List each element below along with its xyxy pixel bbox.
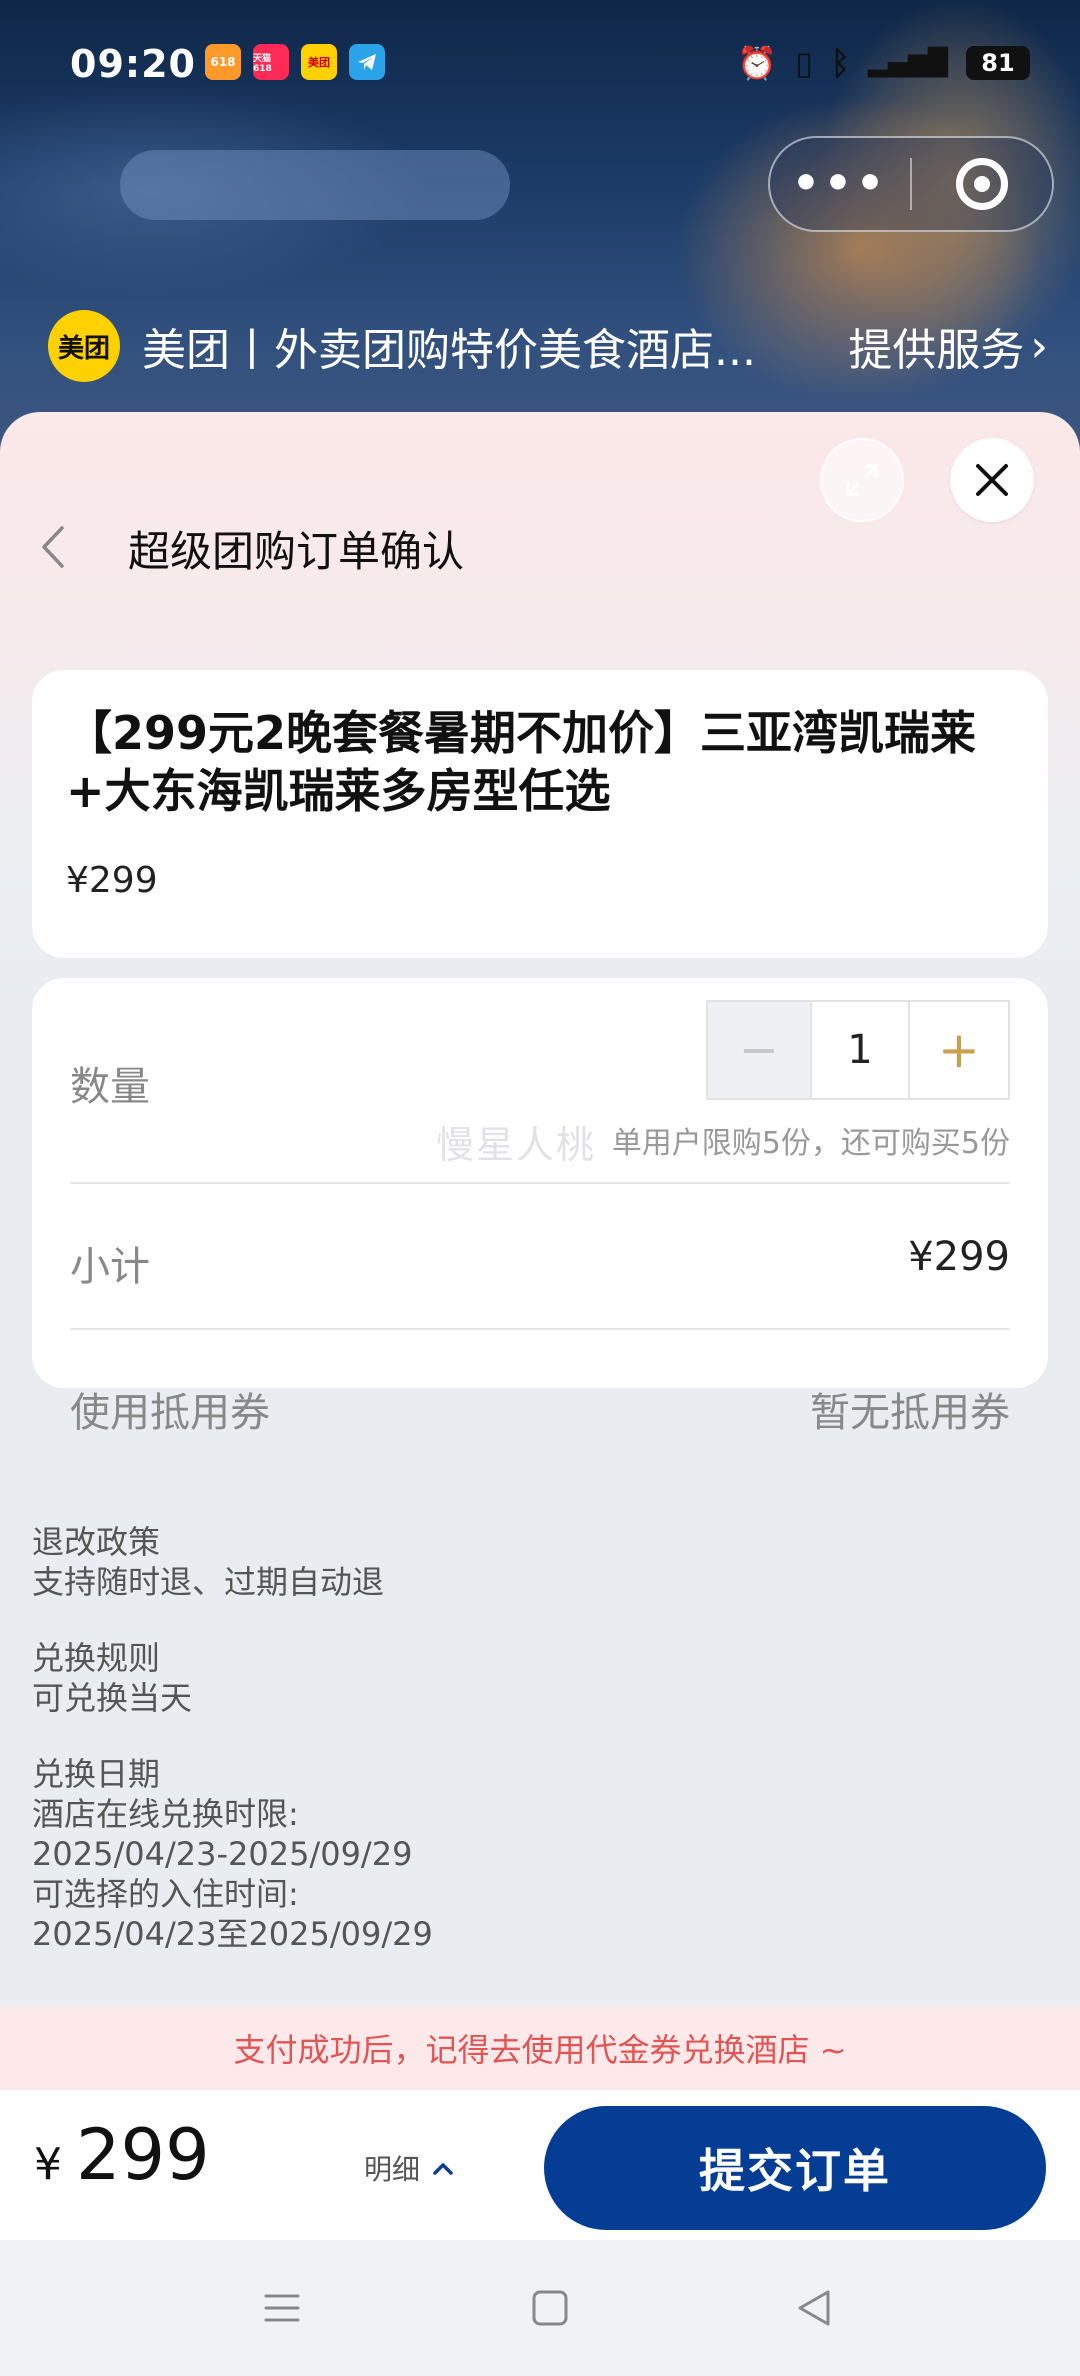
deal-price: ¥299 [66, 860, 158, 901]
page-title: 超级团购订单确认 [128, 527, 465, 576]
blurred-search-bar [120, 150, 510, 220]
online-limit-label: 酒店在线兑换时限: [32, 1795, 299, 1833]
provider-name: 美团丨外卖团购特价美食酒店... [142, 325, 756, 376]
battery-icon: 81 [966, 46, 1030, 80]
chevron-right-icon: › [1030, 320, 1048, 372]
system-icons: ⏰ ▯ ᛒ ▂▄▆█ 81 [737, 44, 1030, 82]
alarm-icon: ⏰ [737, 44, 778, 82]
submit-order-button[interactable]: 提交订单 [544, 2106, 1046, 2230]
coupon-value: 暂无抵用券 [810, 1390, 1010, 1436]
price-detail-toggle[interactable]: 明细 [364, 2148, 454, 2188]
expand-icon [846, 464, 878, 496]
close-mini-program-button[interactable] [912, 158, 1052, 210]
system-navigation-bar [0, 2240, 1080, 2376]
target-icon [955, 158, 1008, 210]
mini-program-capsule: ••• [768, 136, 1054, 232]
notification-icons: 618 天猫618 美团 [205, 44, 385, 80]
menu-nav-button[interactable] [262, 2288, 302, 2332]
deal-title: 【299元2晚套餐暑期不加价】三亚湾凯瑞莱+大东海凯瑞莱多房型任选 [66, 706, 977, 818]
order-options-card: 数量 − 1 + 慢星人桃 单用户限购5份，还可购买5份 小计 ¥299 使用抵… [32, 978, 1048, 1436]
currency-symbol: ¥ [34, 2139, 62, 2190]
vibrate-icon: ▯ [795, 44, 813, 82]
telegram-icon [349, 44, 385, 80]
quantity-row: 数量 − 1 + 慢星人桃 单用户限购5份，还可购买5份 [70, 978, 1010, 1184]
tmall-icon: 天猫618 [253, 44, 289, 80]
subtotal-value: ¥299 [908, 1234, 1010, 1280]
online-limit-range: 2025/04/23-2025/09/29 [32, 1835, 413, 1873]
menu-icon [264, 2294, 300, 2322]
purchase-limit-note: 单用户限购5份，还可购买5份 [611, 1126, 1010, 1161]
exchange-text: 可兑换当天 [32, 1679, 193, 1717]
status-bar: 09:20 618 天猫618 美团 ⏰ ▯ ᛒ ▂▄▆█ 81 [0, 0, 1080, 130]
deal-card: 【299元2晚套餐暑期不加价】三亚湾凯瑞莱+大东海凯瑞莱多房型任选 ¥299 [32, 670, 1048, 958]
quantity-value[interactable]: 1 [810, 1002, 910, 1098]
home-nav-button[interactable] [530, 2288, 570, 2332]
signal-icon: ▂▄▆█ [868, 48, 948, 78]
chevron-left-icon [42, 526, 64, 568]
total-price: ¥ 299 [34, 2114, 210, 2196]
coupon-row[interactable]: 使用抵用券 暂无抵用券 [70, 1330, 1010, 1470]
refund-title: 退改政策 [32, 1523, 161, 1561]
more-menu-button[interactable]: ••• [770, 162, 910, 206]
checkin-range: 2025/04/23至2025/09/29 [32, 1915, 433, 1953]
triangle-back-icon [798, 2290, 830, 2326]
watermark: 慢星人桃 [436, 1123, 597, 1167]
back-nav-button[interactable] [794, 2288, 834, 2332]
provide-service-link[interactable]: 提供服务 › [848, 314, 1048, 378]
date-title: 兑换日期 [32, 1755, 161, 1793]
checkin-label: 可选择的入住时间: [32, 1875, 299, 1913]
back-button[interactable] [34, 522, 74, 572]
refund-policy: 退改政策 支持随时退、过期自动退 [32, 1522, 1048, 1602]
quantity-stepper: − 1 + [706, 1000, 1010, 1100]
close-icon [976, 464, 1008, 496]
refund-text: 支持随时退、过期自动退 [32, 1563, 385, 1601]
bluetooth-icon: ᛒ [830, 44, 851, 82]
payment-tip-banner: 支付成功后，记得去使用代金券兑换酒店 ~ [0, 2006, 1080, 2090]
quantity-label: 数量 [70, 1064, 150, 1110]
checkout-bar: ¥ 299 明细 提交订单 [0, 2090, 1080, 2240]
chevron-up-icon [432, 2153, 454, 2183]
coupon-label: 使用抵用券 [70, 1390, 270, 1436]
meituan-logo: 美团 [48, 310, 120, 382]
increase-button[interactable]: + [910, 1002, 1008, 1098]
taobao-icon: 618 [205, 44, 241, 80]
policy-section: 退改政策 支持随时退、过期自动退 兑换规则 可兑换当天 兑换日期 酒店在线兑换时… [32, 1522, 1048, 1990]
subtotal-label: 小计 [70, 1244, 150, 1290]
service-label: 提供服务 [848, 325, 1025, 376]
total-amount: 299 [76, 2114, 210, 2196]
status-time: 09:20 [70, 42, 196, 86]
order-sheet: 超级团购订单确认 【299元2晚套餐暑期不加价】三亚湾凯瑞莱+大东海凯瑞莱多房型… [0, 412, 1080, 2376]
home-square-icon [532, 2290, 568, 2326]
service-provider-bar[interactable]: 美团 美团丨外卖团购特价美食酒店... 提供服务 › [48, 310, 1048, 382]
meituan-icon: 美团 [301, 44, 337, 80]
header-background: 09:20 618 天猫618 美团 ⏰ ▯ ᛒ ▂▄▆█ 81 ••• 美团 … [0, 0, 1080, 460]
detail-label: 明细 [364, 2153, 421, 2186]
subtotal-row: 小计 ¥299 [70, 1184, 1010, 1330]
exchange-title: 兑换规则 [32, 1639, 161, 1677]
decrease-button[interactable]: − [708, 1002, 810, 1098]
exchange-date: 兑换日期 酒店在线兑换时限: 2025/04/23-2025/09/29 可选择… [32, 1754, 1048, 1954]
exchange-rule: 兑换规则 可兑换当天 [32, 1638, 1048, 1718]
page-navbar: 超级团购订单确认 [0, 502, 1080, 592]
